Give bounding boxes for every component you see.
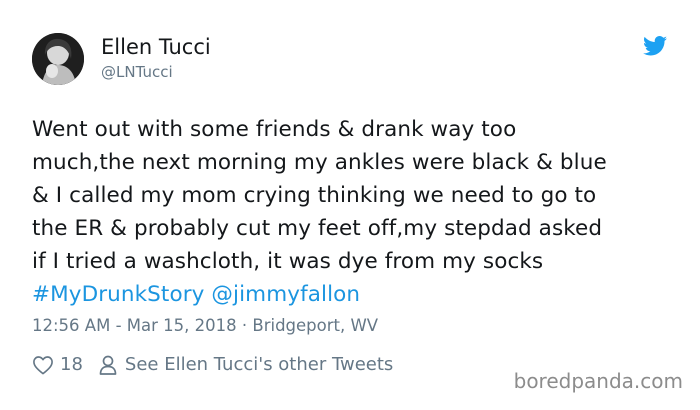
tweet-text: Went out with some friends & drank way t… bbox=[32, 113, 680, 311]
author-handle[interactable]: @LNTucci bbox=[101, 63, 173, 81]
tweet-time[interactable]: 12:56 AM bbox=[32, 316, 110, 335]
tweet-text-line: the ER & probably cut my feet off,my ste… bbox=[32, 216, 603, 241]
tweet-date[interactable]: Mar 15, 2018 bbox=[127, 316, 237, 335]
hashtag-link[interactable]: #MyDrunkStory bbox=[32, 282, 204, 307]
tweet-text-line: if I tried a washcloth, it was dye from … bbox=[32, 249, 544, 274]
avatar[interactable] bbox=[32, 33, 84, 85]
tweet-text-line: much,the next morning my ankles were bla… bbox=[32, 150, 607, 175]
like-count[interactable]: 18 bbox=[60, 354, 83, 375]
watermark: boredpanda.com bbox=[513, 369, 683, 393]
other-tweets-link[interactable]: See Ellen Tucci's other Tweets bbox=[125, 354, 393, 375]
tweet-location[interactable]: Bridgeport, WV bbox=[252, 316, 378, 335]
mention-link[interactable]: @jimmyfallon bbox=[211, 282, 360, 307]
twitter-bird-icon[interactable] bbox=[643, 36, 667, 56]
user-icon bbox=[99, 355, 117, 375]
tweet-actions: 18 See Ellen Tucci's other Tweets bbox=[32, 354, 393, 375]
tweet-link-line: #MyDrunkStory @jimmyfallon bbox=[32, 278, 680, 311]
tweet-card: Ellen Tucci @LNTucci Went out with some … bbox=[0, 0, 700, 410]
tweet-meta: 12:56 AM - Mar 15, 2018 · Bridgeport, WV bbox=[32, 316, 379, 335]
author-name[interactable]: Ellen Tucci bbox=[101, 35, 211, 59]
heart-icon[interactable] bbox=[32, 355, 54, 375]
tweet-text-line: Went out with some friends & drank way t… bbox=[32, 117, 517, 142]
tweet-text-line: & I called my mom crying thinking we nee… bbox=[32, 183, 597, 208]
